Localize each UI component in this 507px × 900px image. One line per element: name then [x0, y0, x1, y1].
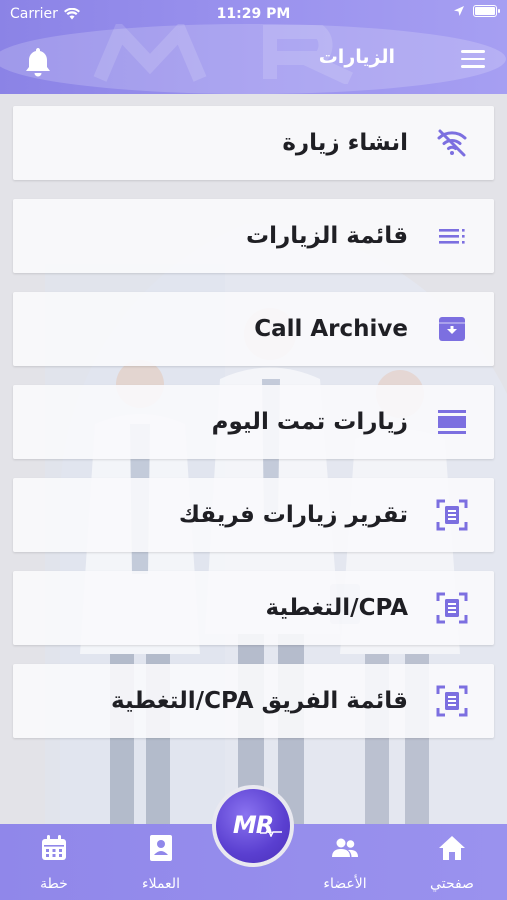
- nav-item-clients[interactable]: العملاء: [116, 824, 206, 900]
- menu-item-team-cpa-coverage[interactable]: قائمة الفريق CPA/التغطية: [13, 664, 494, 738]
- archive-box-icon: [439, 317, 465, 341]
- clock: 11:29 PM: [216, 6, 291, 22]
- menu-item-team-visits-report[interactable]: تقرير زيارات فريقك: [13, 478, 494, 552]
- menu-item-visits-list[interactable]: قائمة الزيارات: [13, 199, 494, 273]
- menu-item-create-visit[interactable]: انشاء زيارة: [13, 106, 494, 180]
- nav-item-my-page[interactable]: صفحتي: [407, 824, 497, 900]
- document-scan-icon: [436, 592, 468, 624]
- status-bar: Carrier 11:29 PM: [0, 0, 507, 28]
- menu-item-cpa-coverage[interactable]: CPA/التغطية: [13, 571, 494, 645]
- status-right: [453, 5, 500, 17]
- bell-icon[interactable]: [24, 46, 52, 78]
- nav-item-members[interactable]: الأعضاء: [300, 824, 390, 900]
- calendar-icon: [42, 835, 66, 860]
- pulse-line-icon: [260, 827, 282, 837]
- menu-item-label: تقرير زيارات فريقك: [178, 502, 408, 528]
- center-logo-button[interactable]: MR: [212, 785, 294, 867]
- battery-icon: [473, 5, 500, 17]
- hamburger-menu-icon[interactable]: [461, 50, 485, 68]
- menu-item-label: Call Archive: [254, 316, 408, 342]
- mr-logo-icon: MR: [216, 789, 290, 863]
- calendar-view-day-icon: [438, 410, 466, 434]
- location-arrow-icon: [454, 6, 464, 16]
- nav-label: صفحتي: [430, 876, 474, 892]
- nav-label: العملاء: [142, 876, 180, 892]
- menu-item-label: CPA/التغطية: [265, 595, 408, 621]
- list-icon: [439, 229, 465, 244]
- menu-item-today-visits[interactable]: زيارات تمت اليوم: [13, 385, 494, 459]
- page-title: الزيارات: [318, 46, 395, 68]
- menu-item-call-archive[interactable]: Call Archive: [13, 292, 494, 366]
- nav-label: خطة: [40, 876, 68, 892]
- document-scan-icon: [436, 499, 468, 531]
- menu-item-label: زيارات تمت اليوم: [211, 409, 408, 435]
- home-icon: [439, 836, 465, 860]
- menu-item-label: انشاء زيارة: [282, 130, 408, 156]
- contact-card-icon: [150, 835, 172, 861]
- menu-item-label: قائمة الفريق CPA/التغطية: [111, 688, 408, 714]
- wifi-off-icon: [437, 129, 467, 157]
- nav-label: الأعضاء: [323, 876, 367, 892]
- nav-item-plan[interactable]: خطة: [9, 824, 99, 900]
- document-scan-icon: [436, 685, 468, 717]
- group-icon: [332, 838, 358, 857]
- menu-item-label: قائمة الزيارات: [245, 223, 408, 249]
